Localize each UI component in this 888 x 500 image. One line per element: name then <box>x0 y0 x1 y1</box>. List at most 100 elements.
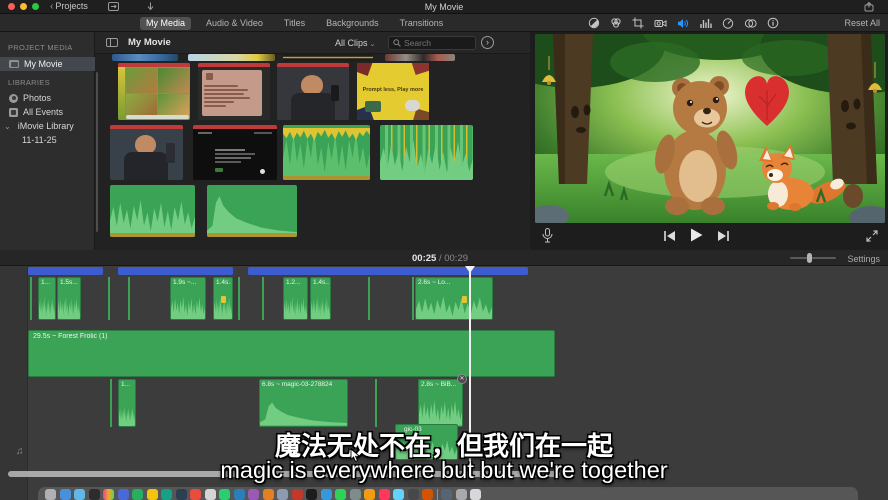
speed-icon[interactable] <box>722 17 734 29</box>
sidebar-item-all-events[interactable]: All Events <box>0 105 95 119</box>
dock-app-icon[interactable] <box>147 489 158 500</box>
tab-my-media[interactable]: My Media <box>140 17 191 30</box>
audio-thumbnail[interactable] <box>207 185 297 237</box>
dock-app-icon[interactable] <box>103 489 114 500</box>
dock-app-icon[interactable] <box>161 489 172 500</box>
effects-icon[interactable] <box>744 18 757 29</box>
dock-app-icon[interactable] <box>89 489 100 500</box>
media-thumbnail[interactable] <box>112 54 178 61</box>
dock-app-icon[interactable] <box>219 489 230 500</box>
dock-app-icon[interactable] <box>234 489 245 500</box>
audio-thumbnail[interactable] <box>110 185 195 237</box>
dock-app-icon[interactable] <box>118 489 129 500</box>
tab-transitions[interactable]: Transitions <box>394 17 450 30</box>
dock-app-icon[interactable] <box>190 489 201 500</box>
zoom-window-button[interactable] <box>32 3 39 10</box>
tiny-clip[interactable] <box>412 277 414 320</box>
tab-backgrounds[interactable]: Backgrounds <box>320 17 385 30</box>
dock-app-icon[interactable] <box>205 489 216 500</box>
dock-app-icon[interactable] <box>364 489 375 500</box>
dock-app-icon[interactable] <box>60 489 71 500</box>
media-thumbnail[interactable] <box>385 54 455 61</box>
media-thumbnail[interactable] <box>283 54 373 61</box>
dock-trash-icon[interactable] <box>470 489 481 500</box>
tiny-clip[interactable] <box>30 277 32 320</box>
dock-app-icon[interactable] <box>321 489 332 500</box>
volume-icon[interactable] <box>677 18 690 29</box>
audio-thumbnail[interactable] <box>380 125 473 180</box>
search-input[interactable] <box>404 38 468 48</box>
sidebar-item-photos[interactable]: Photos <box>0 91 95 105</box>
browser-scrollbar[interactable] <box>96 72 98 232</box>
dock-app-icon[interactable] <box>350 489 361 500</box>
close-window-button[interactable] <box>8 3 15 10</box>
dock-app-icon[interactable] <box>74 489 85 500</box>
video-thumbnail-presenter[interactable] <box>110 125 183 180</box>
audio-clip[interactable]: 2.8s ~ BiB... <box>418 379 463 427</box>
dock-app-icon[interactable] <box>132 489 143 500</box>
dock-folder-icon[interactable] <box>456 489 467 500</box>
reset-all-button[interactable]: Reset All <box>844 18 880 28</box>
sidebar-item-my-movie[interactable]: My Movie <box>0 57 95 71</box>
timeline-zoom-slider[interactable] <box>790 257 836 259</box>
tiny-clip[interactable] <box>128 277 130 320</box>
dock-app-icon[interactable] <box>335 489 346 500</box>
audio-thumbnail[interactable] <box>283 125 370 180</box>
browser-next-button[interactable]: › <box>481 36 494 49</box>
dock-app-icon[interactable] <box>393 489 404 500</box>
dock-app-icon[interactable] <box>248 489 259 500</box>
tiny-clip[interactable] <box>368 277 370 320</box>
media-import-icon[interactable] <box>108 2 119 13</box>
dock-app-icon[interactable] <box>379 489 390 500</box>
dock-app-icon[interactable] <box>45 489 56 500</box>
tiny-clip[interactable] <box>110 379 112 427</box>
download-arrow-icon[interactable] <box>146 2 155 13</box>
color-correction-icon[interactable] <box>610 17 622 29</box>
fullscreen-icon[interactable] <box>866 229 878 247</box>
disclosure-chevron-icon[interactable]: ⌄ <box>4 122 11 131</box>
dock-app-icon[interactable] <box>422 489 433 500</box>
projects-back-button[interactable]: ‹Projects <box>50 1 88 12</box>
timeline-settings-button[interactable]: Settings <box>847 254 880 264</box>
dock-app-icon[interactable] <box>263 489 274 500</box>
zoom-slider-thumb[interactable] <box>807 253 812 263</box>
video-thumbnail-terminal[interactable] <box>193 125 277 180</box>
next-frame-button[interactable] <box>717 229 730 247</box>
video-thumbnail-notes[interactable] <box>198 63 270 120</box>
tiny-clip[interactable] <box>108 277 110 320</box>
dock-app-icon[interactable] <box>306 489 317 500</box>
play-button[interactable] <box>690 228 703 247</box>
video-thumbnail-yellow-promo[interactable]: Prompt less, Play more <box>357 63 429 120</box>
title-track-bar[interactable] <box>248 267 528 275</box>
audio-clip[interactable]: 6.8s ~ magic-03-278824 <box>259 379 348 427</box>
sidebar-toggle-icon[interactable] <box>106 38 118 47</box>
dock-app-icon[interactable] <box>277 489 288 500</box>
title-track-bar[interactable] <box>28 267 103 275</box>
audio-clip[interactable]: 1.5s... <box>57 277 81 320</box>
tiny-clip[interactable] <box>238 277 240 320</box>
tiny-clip[interactable] <box>375 379 377 427</box>
audio-clip[interactable]: 1.4s... <box>213 277 233 320</box>
noise-reduction-icon[interactable] <box>700 18 712 29</box>
clip-close-badge[interactable]: ✕ <box>457 374 467 384</box>
sidebar-item-imovie-library[interactable]: ⌄ iMovie Library <box>0 119 95 133</box>
title-track-bar[interactable] <box>118 267 233 275</box>
audio-clip[interactable]: 1.4s... <box>310 277 331 320</box>
audio-clip[interactable]: 1... <box>38 277 56 320</box>
audio-clip[interactable]: 1.2... <box>283 277 308 320</box>
crop-icon[interactable] <box>632 17 644 29</box>
dock-app-icon[interactable] <box>292 489 303 500</box>
info-icon[interactable] <box>767 17 779 29</box>
audio-clip[interactable]: 1... <box>118 379 136 427</box>
sidebar-item-event-date[interactable]: 11-11-25 <box>0 133 95 147</box>
dock-app-icon[interactable] <box>176 489 187 500</box>
voiceover-mic-icon[interactable] <box>542 228 553 248</box>
audio-clip[interactable]: 2.6s ~ Lo... <box>415 277 493 320</box>
video-thumbnail-collage[interactable] <box>118 63 190 120</box>
stabilization-icon[interactable] <box>654 18 667 29</box>
color-balance-icon[interactable] <box>588 17 600 29</box>
share-icon[interactable] <box>864 2 874 14</box>
media-thumbnail[interactable] <box>188 54 275 61</box>
audio-clip[interactable]: 1.9s ~... <box>170 277 206 320</box>
tab-audio-video[interactable]: Audio & Video <box>200 17 269 30</box>
